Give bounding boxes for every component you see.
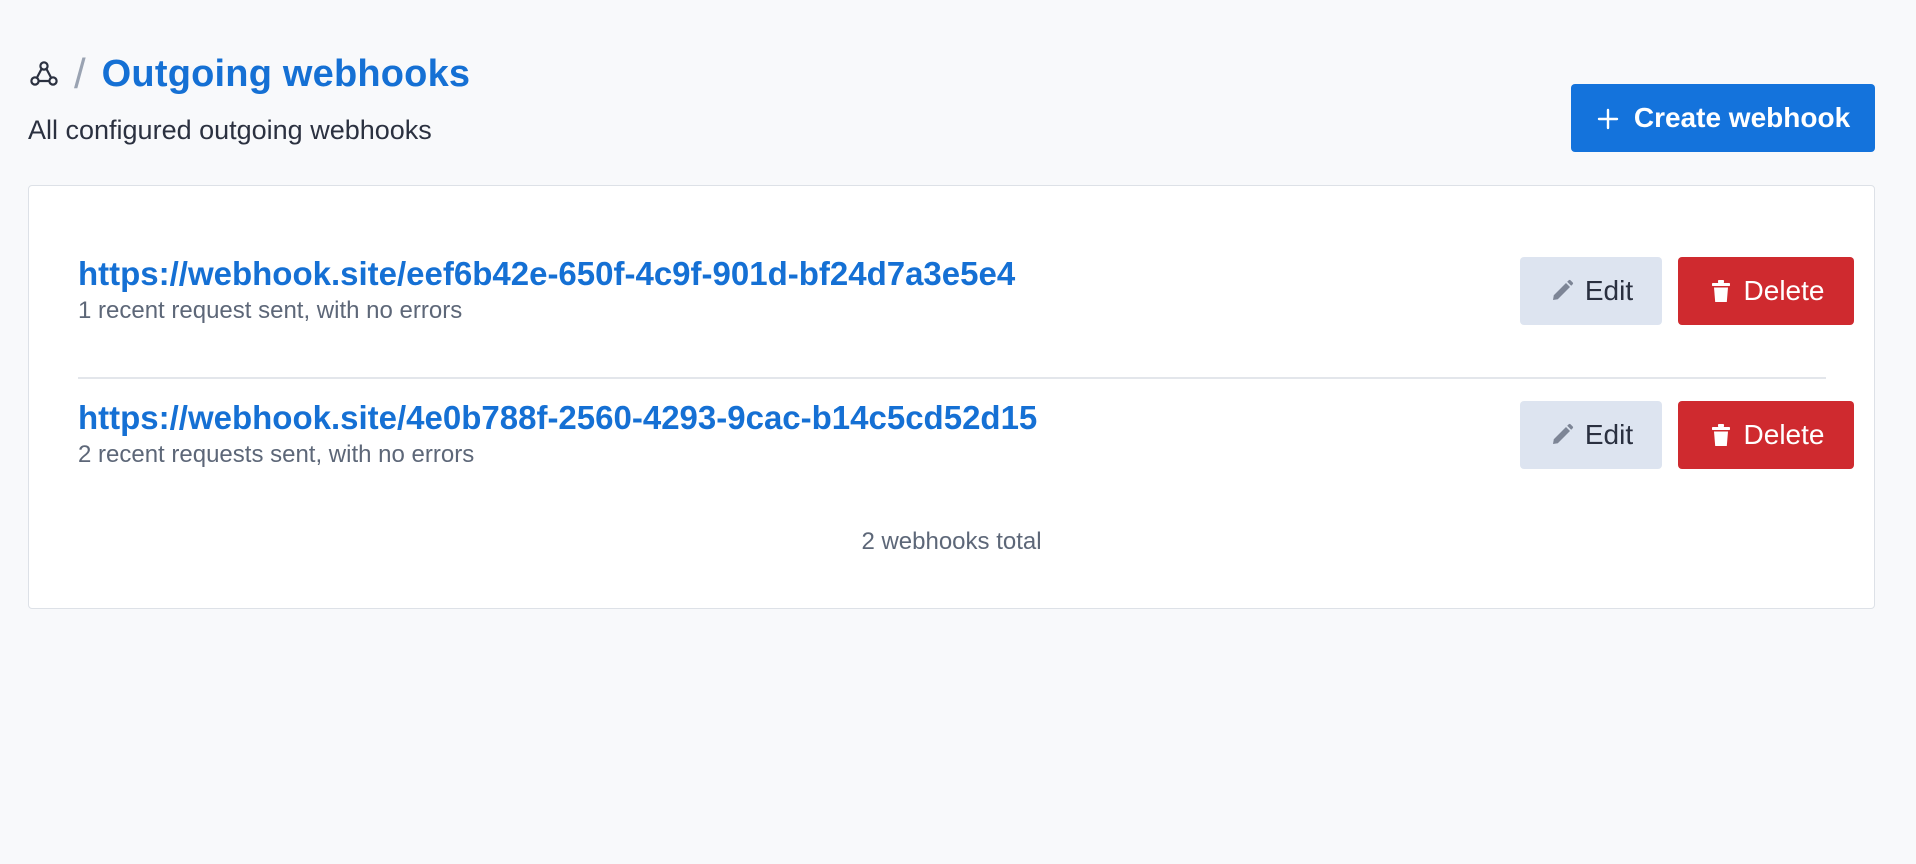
breadcrumb-separator: / bbox=[74, 50, 86, 97]
page-header: / Outgoing webhooks All configured outgo… bbox=[28, 0, 1875, 186]
delete-button[interactable]: Delete bbox=[1678, 401, 1854, 469]
create-webhook-label: Create webhook bbox=[1633, 102, 1851, 133]
page: / Outgoing webhooks All configured outgo… bbox=[28, 0, 1875, 609]
create-webhook-button[interactable]: Create webhook bbox=[1571, 84, 1875, 152]
pencil-icon bbox=[1549, 278, 1575, 304]
webhook-status: 1 recent request sent, with no errors bbox=[78, 297, 463, 324]
plus-icon bbox=[1596, 106, 1620, 130]
breadcrumb: / Outgoing webhooks bbox=[28, 50, 470, 98]
delete-label: Delete bbox=[1743, 275, 1825, 306]
trash-icon bbox=[1708, 278, 1734, 304]
edit-label: Edit bbox=[1584, 275, 1634, 306]
webhook-icon[interactable] bbox=[28, 58, 60, 90]
page-subtitle: All configured outgoing webhooks bbox=[28, 115, 432, 145]
webhook-status: 2 recent requests sent, with no errors bbox=[78, 441, 475, 468]
webhook-row: https://webhook.site/eef6b42e-650f-4c9f-… bbox=[78, 252, 1854, 372]
webhooks-total: 2 webhooks total bbox=[861, 528, 1042, 555]
webhook-row: https://webhook.site/4e0b788f-2560-4293-… bbox=[78, 396, 1854, 516]
webhook-url-link[interactable]: https://webhook.site/eef6b42e-650f-4c9f-… bbox=[78, 252, 1015, 296]
row-divider bbox=[78, 377, 1826, 379]
edit-button[interactable]: Edit bbox=[1520, 401, 1662, 469]
edit-button[interactable]: Edit bbox=[1520, 257, 1662, 325]
edit-label: Edit bbox=[1584, 419, 1634, 450]
pencil-icon bbox=[1549, 422, 1575, 448]
webhooks-card: https://webhook.site/eef6b42e-650f-4c9f-… bbox=[28, 185, 1875, 609]
page-title: Outgoing webhooks bbox=[101, 53, 471, 95]
delete-label: Delete bbox=[1743, 419, 1825, 450]
trash-icon bbox=[1708, 422, 1734, 448]
delete-button[interactable]: Delete bbox=[1678, 257, 1854, 325]
webhook-url-link[interactable]: https://webhook.site/4e0b788f-2560-4293-… bbox=[78, 396, 1037, 440]
